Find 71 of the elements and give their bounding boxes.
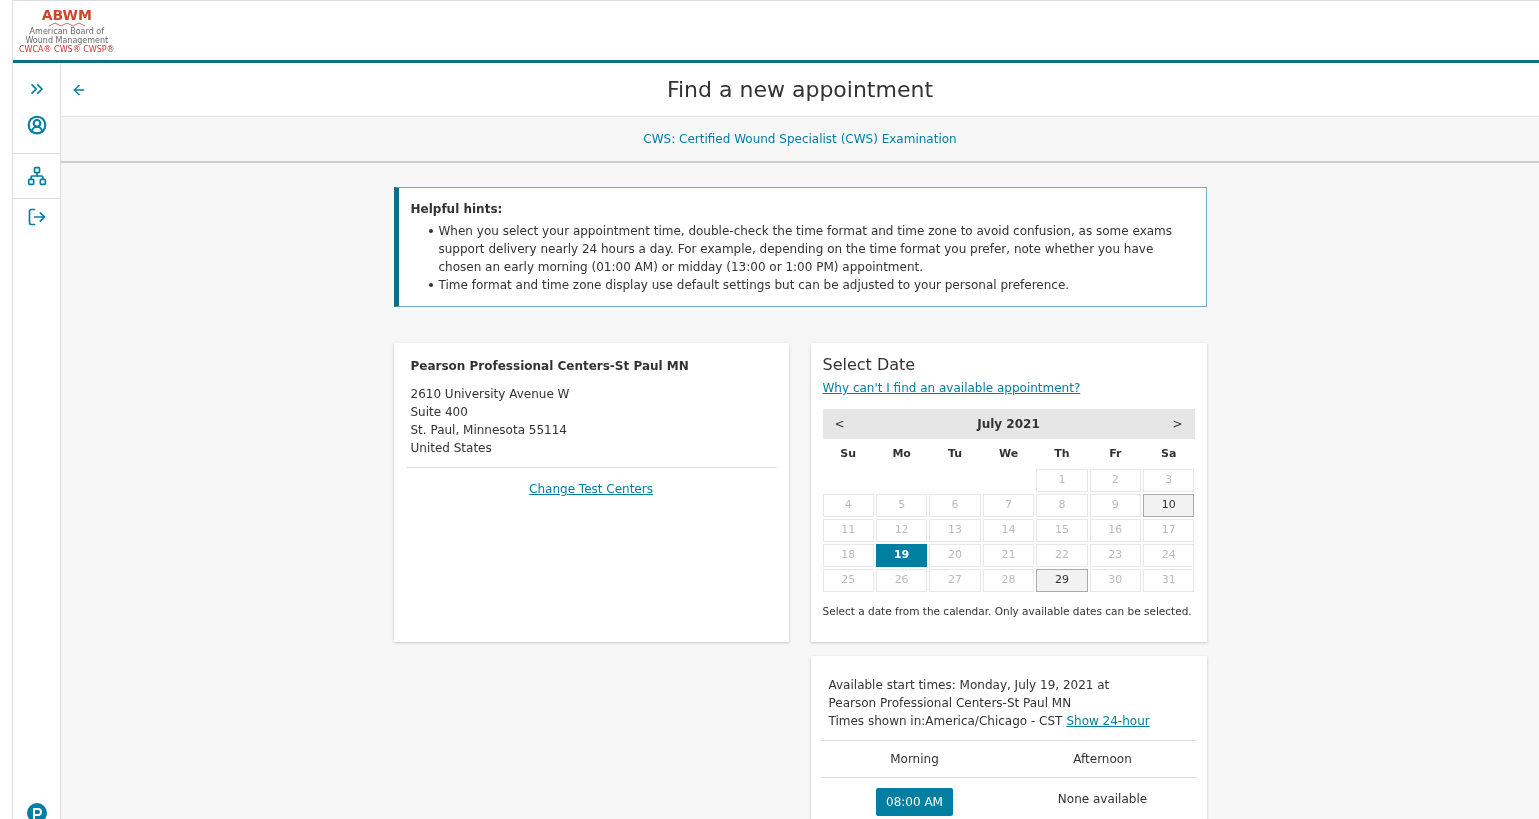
time-zone-text: Times shown in:America/Chicago - CST [828, 713, 1063, 730]
column-header: Afternoon [1008, 741, 1197, 778]
calendar-title: Select Date [822, 355, 917, 375]
calendar-day[interactable]: 25 [822, 569, 874, 592]
exam-link[interactable]: CWS: Certified Wound Specialist (CWS) Examination [643, 130, 957, 148]
show-24-hour-link[interactable]: Show 24-hour [1066, 712, 1150, 730]
calendar-day[interactable]: 5 [875, 494, 928, 517]
weekday-label: Th [1053, 445, 1071, 462]
center-name: Pearson Professional Centers-St Paul MN [409, 358, 690, 375]
prev-month-button[interactable]: < [834, 415, 845, 433]
calendar-day[interactable]: 20 [929, 544, 981, 567]
calendar-day[interactable]: 9 [1089, 494, 1142, 517]
logout-icon[interactable] [26, 207, 47, 227]
calendar-note: Select a date from the calendar. Only available dates can be selected. [822, 604, 1193, 619]
calendar-day[interactable]: 23 [1089, 544, 1142, 567]
address-line: 2610 University Avenue W [410, 386, 571, 403]
calendar-day[interactable]: 2 [1089, 469, 1142, 492]
calendar-day[interactable]: 18 [822, 544, 874, 567]
weekday-label: Su [839, 445, 858, 462]
weekday-label: Sa [1160, 445, 1178, 462]
logo-credentials: CWCA® CWS® CWSP® [19, 44, 115, 54]
address-line: Suite 400 [410, 404, 469, 421]
sitemap-icon[interactable] [26, 166, 47, 186]
calendar-day[interactable]: 14 [982, 519, 1035, 542]
address-line: United States [410, 440, 493, 457]
weekday-label: Tu [947, 445, 964, 462]
column-header: Morning [820, 741, 1009, 778]
time-slot-button[interactable]: 08:00 AM [876, 788, 953, 816]
calendar-day[interactable]: 28 [982, 569, 1035, 592]
weekday-label: Mo [891, 445, 912, 462]
calendar-day[interactable]: 11 [822, 519, 874, 542]
calendar-day[interactable]: 31 [1143, 569, 1195, 592]
hints-title: Helpful hints: [410, 201, 504, 218]
calendar-day[interactable]: 24 [1143, 544, 1195, 567]
bullet-icon [428, 283, 433, 287]
calendar-day[interactable]: 22 [1036, 544, 1088, 567]
calendar-day[interactable]: 1 [1036, 469, 1088, 492]
page-title: Find a new appointment [666, 76, 934, 104]
user-icon[interactable] [26, 115, 47, 135]
wave-icon [48, 21, 85, 27]
calendar-day[interactable]: 15 [1036, 519, 1088, 542]
address-line: St. Paul, Minnesota 55114 [410, 422, 568, 439]
calendar-day[interactable]: 8 [1036, 494, 1088, 517]
hint-text: Time format and time zone display use default settings but can be adjusted to your personal preference. [428, 276, 1194, 294]
calendar-day[interactable]: 13 [929, 519, 981, 542]
calendar-day[interactable]: 21 [982, 544, 1035, 567]
calendar-day[interactable]: 16 [1089, 519, 1142, 542]
times-heading: Available start times: Monday, July 19, 2021 at Pearson Professional Centers-St Paul MN [828, 677, 1111, 712]
logo-mark: ABWM [41, 7, 92, 22]
calendar-day[interactable]: 3 [1143, 469, 1195, 492]
change-centers-link[interactable]: Change Test Centers [529, 480, 653, 498]
calendar-day[interactable]: 17 [1143, 519, 1195, 542]
help-link[interactable]: Why can't I find an available appointment? [822, 381, 1081, 395]
no-times-text: None available [1057, 791, 1148, 808]
calendar-day[interactable]: 4 [822, 494, 874, 517]
month-label: July 2021 [977, 416, 1040, 433]
calendar-day[interactable]: 30 [1089, 569, 1142, 592]
calendar-day[interactable]: 27 [929, 569, 981, 592]
weekday-label: Fr [1108, 445, 1123, 462]
calendar-day[interactable]: 6 [929, 494, 981, 517]
weekday-label: We [997, 445, 1020, 462]
calendar-day[interactable]: 10 [1143, 494, 1195, 517]
next-month-button[interactable]: > [1172, 415, 1183, 433]
hint-text: When you select your appointment time, double-check the time format and time zone to avoid confusion, as some exams support delivery nearly 24 hours a day. For example, depending on the time format you prefer, note whether you have chosen an early morning (01:00 AM) or midday (13:00 or 1:00 PM) appointment. [428, 222, 1194, 276]
calendar-day[interactable]: 12 [875, 519, 928, 542]
calendar-day[interactable]: 26 [875, 569, 928, 592]
calendar-day[interactable]: 29 [1036, 569, 1088, 592]
logo-name: American Board of Wound Management [25, 26, 109, 45]
calendar-day[interactable]: 7 [982, 494, 1035, 517]
calendar-day[interactable]: 19 [875, 544, 928, 567]
bullet-icon [428, 229, 433, 233]
